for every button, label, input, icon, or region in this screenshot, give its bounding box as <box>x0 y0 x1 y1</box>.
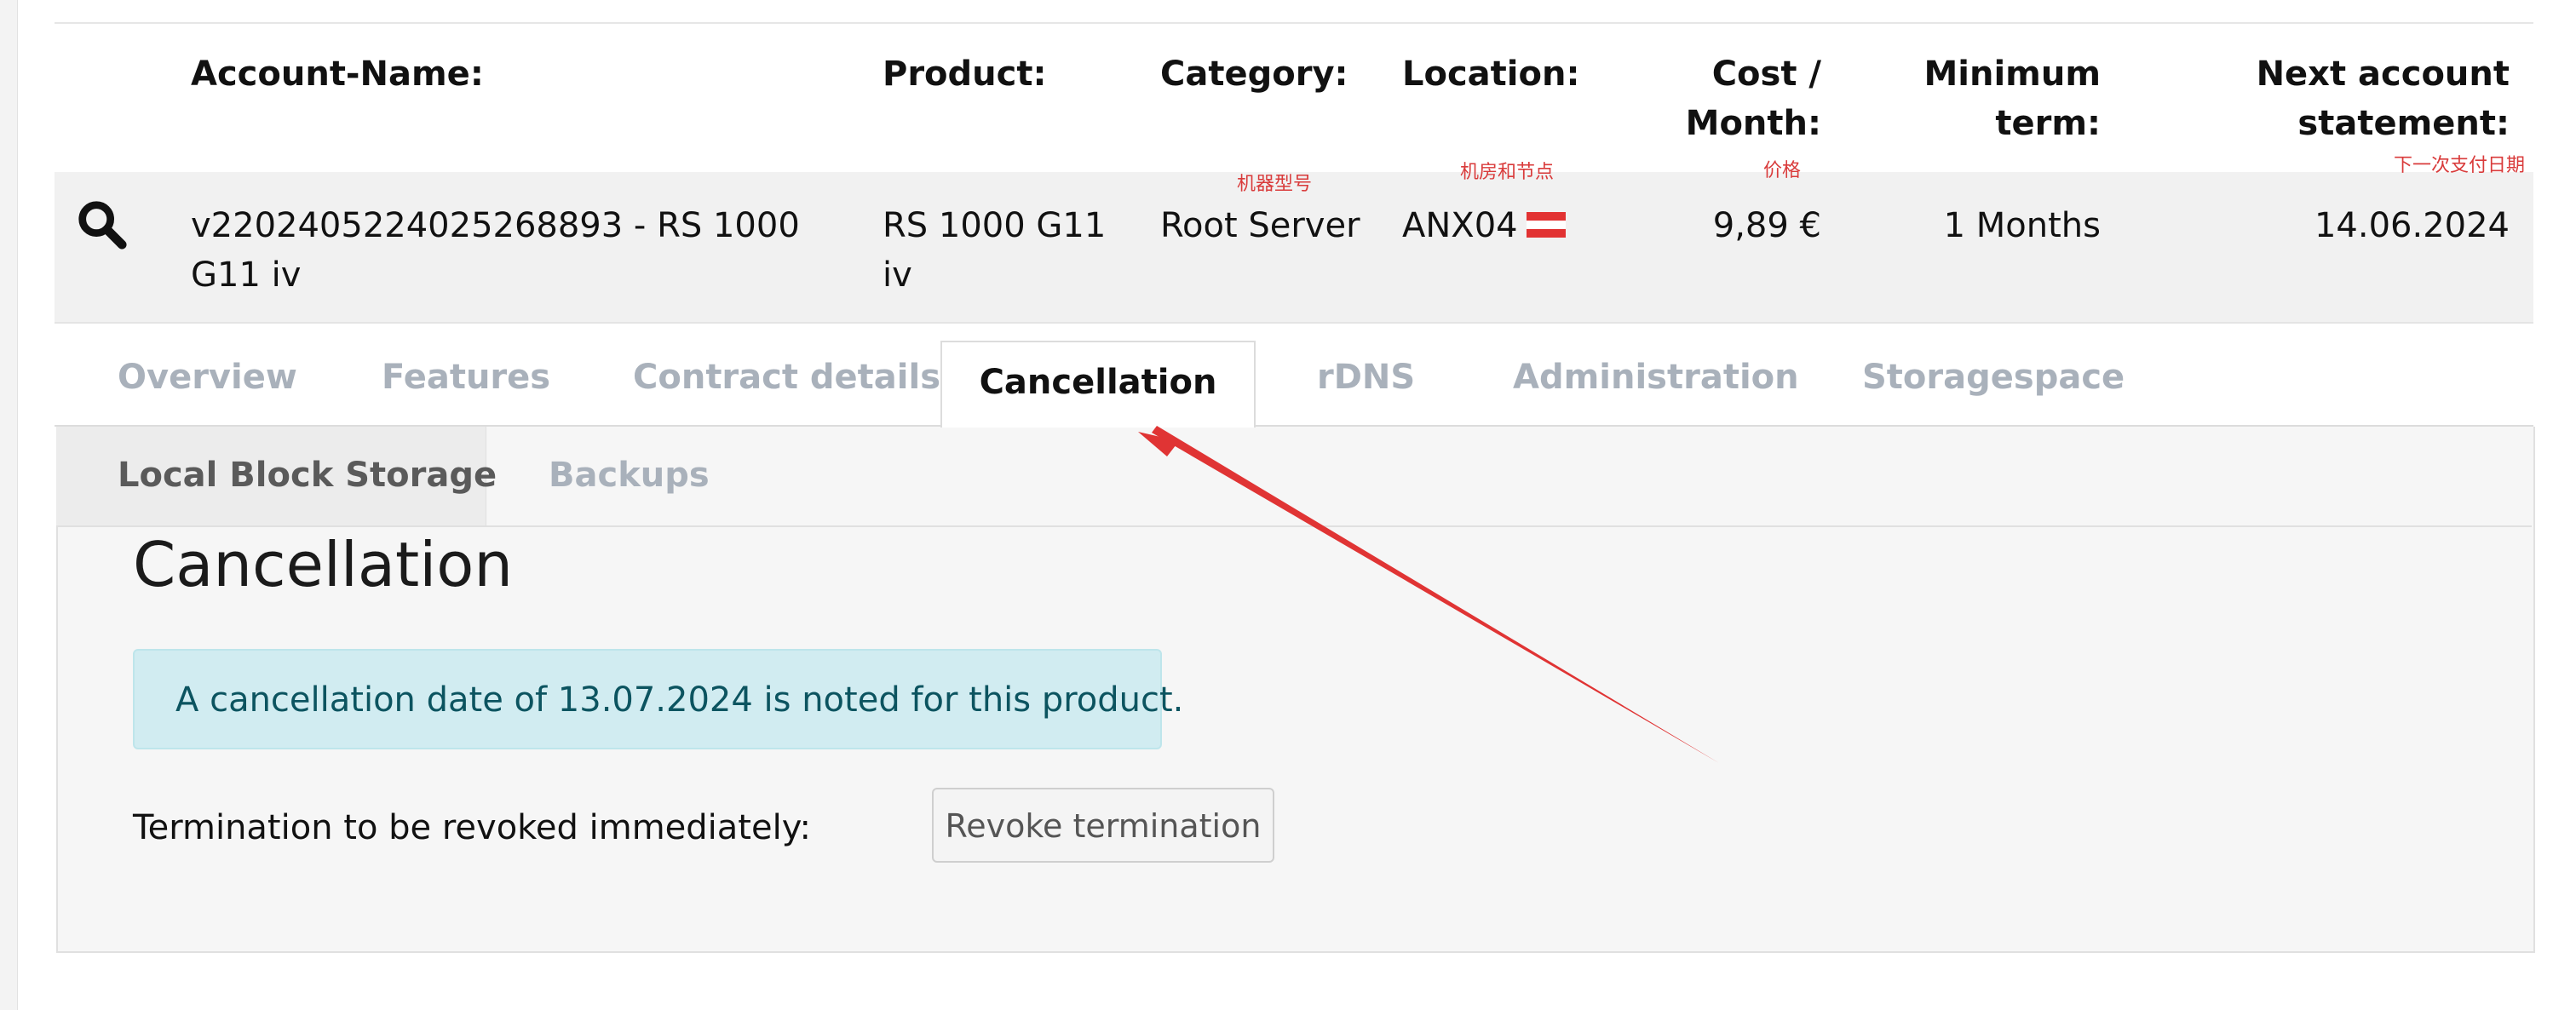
header-min-term-line1: Minimum <box>1923 55 2101 94</box>
location-code: ANX04 <box>1402 206 1518 245</box>
row-product: RS 1000 G11 iv <box>883 201 1130 300</box>
tab-administration[interactable]: Administration <box>1513 341 1799 426</box>
account-name-line1: v2202405224025268893 - RS 1000 <box>191 206 800 245</box>
account-name-line2: G11 iv <box>191 255 302 295</box>
page-title: Cancellation <box>133 529 513 600</box>
tab-cancellation[interactable]: Cancellation <box>940 341 1256 428</box>
tab-overview[interactable]: Overview <box>118 341 297 426</box>
search-icon[interactable] <box>75 198 128 250</box>
annotation-next-payment: 下一次支付日期 <box>2394 155 2526 176</box>
row-next-statement: 14.06.2024 <box>2314 206 2510 245</box>
subtab-backups[interactable]: Backups <box>549 450 710 501</box>
header-minimum-term: Minimum term: <box>1874 49 2101 148</box>
header-next-statement: Next account statement: <box>2181 49 2510 148</box>
tab-contract-details[interactable]: Contract details <box>633 341 940 426</box>
top-divider <box>55 22 2533 24</box>
header-next-statement-line2: statement: <box>2297 104 2510 143</box>
header-cost-per-month: Cost / Month: <box>1619 49 1821 148</box>
tab-features[interactable]: Features <box>382 341 550 426</box>
row-location: ANX04 <box>1402 201 1566 250</box>
row-account-name[interactable]: v2202405224025268893 - RS 1000 G11 iv <box>191 201 838 300</box>
revoke-label: Termination to be revoked immediately: <box>133 808 811 847</box>
header-cost-line2: Month: <box>1685 104 1821 143</box>
header-min-term-line2: term: <box>1995 104 2101 143</box>
annotation-model: 机器型号 <box>1237 174 1313 195</box>
header-product: Product: <box>883 55 1047 94</box>
header-next-statement-line1: Next account <box>2256 55 2510 94</box>
tab-rdns[interactable]: rDNS <box>1317 341 1415 426</box>
subtab-local-block-storage[interactable]: Local Block Storage <box>118 450 497 501</box>
cancellation-notice: A cancellation date of 13.07.2024 is not… <box>133 649 1183 749</box>
row-min-term: 1 Months <box>1943 206 2101 245</box>
product-line2: iv <box>883 255 912 295</box>
header-cost-line1: Cost / <box>1711 55 1821 94</box>
revoke-termination-button[interactable]: Revoke termination <box>932 788 1274 863</box>
annotation-node: 机房和节点 <box>1460 162 1555 183</box>
header-location: Location: <box>1402 55 1580 94</box>
row-cost: 9,89 € <box>1712 206 1821 245</box>
header-category: Category: <box>1160 55 1348 94</box>
left-scroll-rail <box>0 0 18 1010</box>
tab-storagespace[interactable]: Storagespace <box>1862 341 2125 426</box>
header-account-name: Account-Name: <box>191 55 484 94</box>
austria-flag-icon <box>1526 212 1566 238</box>
product-line1: RS 1000 G11 <box>883 206 1107 245</box>
row-category: Root Server <box>1160 206 1360 245</box>
annotation-price: 价格 <box>1763 160 1802 181</box>
cancellation-notice-text: A cancellation date of 13.07.2024 is not… <box>175 680 1184 720</box>
